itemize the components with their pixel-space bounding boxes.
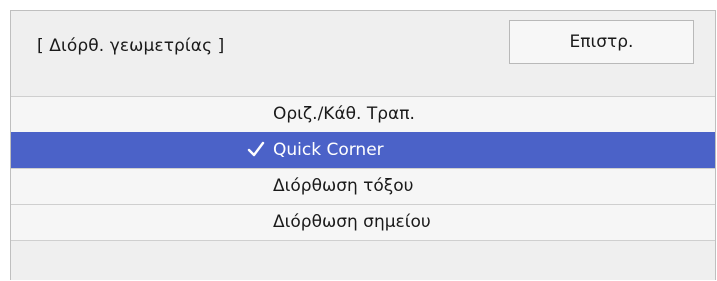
menu-item-hv-keystone[interactable]: Οριζ./Κάθ. Τραπ. [11,96,715,132]
menu-item-curved-surface[interactable]: Διόρθωση τόξου [11,168,715,204]
menu-item-point-correction[interactable]: Διόρθωση σημείου [11,204,715,240]
checkmark-icon [247,141,265,157]
menu-item-label: Quick Corner [273,140,384,160]
page-title: [ Διόρθ. γεωμετρίας ] [37,36,225,56]
menu-bottom-spacer [11,240,715,280]
menu-item-label: Οριζ./Κάθ. Τραπ. [273,104,415,124]
geometry-correction-panel: [ Διόρθ. γεωμετρίας ] Επιστρ. Οριζ./Κάθ.… [10,10,716,280]
back-button[interactable]: Επιστρ. [509,20,694,64]
panel-header: [ Διόρθ. γεωμετρίας ] Επιστρ. [11,11,715,96]
menu-item-quick-corner[interactable]: Quick Corner [11,132,715,168]
menu-item-label: Διόρθωση σημείου [273,212,431,232]
correction-menu: Οριζ./Κάθ. Τραπ. Quick Corner Διόρθωση τ… [11,96,715,280]
menu-item-label: Διόρθωση τόξου [273,176,414,196]
